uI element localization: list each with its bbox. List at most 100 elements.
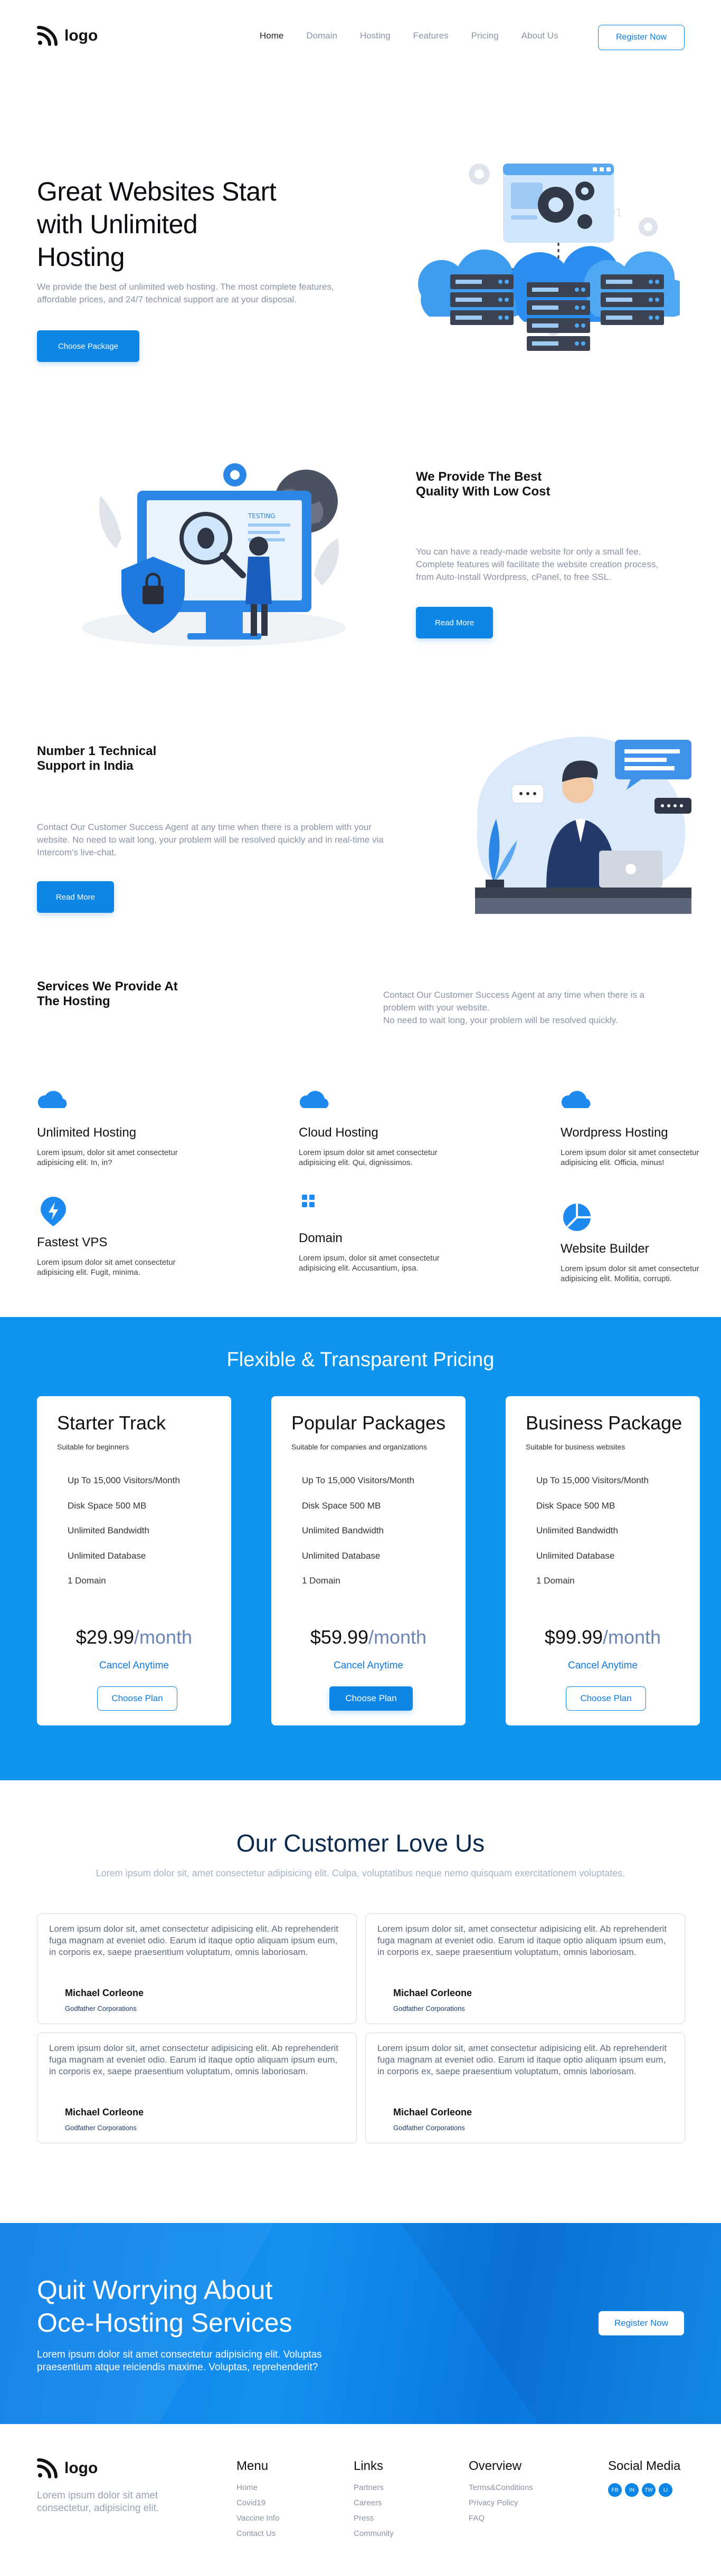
- footer-link[interactable]: Partners: [354, 2483, 394, 2498]
- testimonial-card: Lorem ipsum dolor sit, amet consectetur …: [37, 2033, 357, 2143]
- nav-about[interactable]: About Us: [521, 31, 558, 41]
- footer-links-column: Links Partners Careers Press Community: [354, 2459, 394, 2544]
- plan-cancel: Cancel Anytime: [333, 1660, 403, 1671]
- plan-feature: Unlimited Bandwidth: [302, 1525, 384, 1535]
- plan-features: Up To 15,000 Visitors/Month Disk Space 5…: [536, 1475, 649, 1601]
- linkedin-icon[interactable]: LI: [659, 2483, 672, 2497]
- testimonial-card: Lorem ipsum dolor sit, amet consectetur …: [365, 2033, 685, 2143]
- plan-cancel: Cancel Anytime: [99, 1660, 169, 1671]
- cloud-icon: [37, 1091, 67, 1108]
- register-button[interactable]: Register Now: [598, 25, 685, 50]
- quality-title: We Provide The Best Quality With Low Cos…: [416, 470, 690, 499]
- testimonial-role: Godfather Corporations: [65, 2005, 137, 2012]
- plan-sub: Suitable for companies and organizations: [291, 1443, 427, 1451]
- choose-plan-button[interactable]: Choose Plan: [97, 1686, 177, 1711]
- plan-price-period: /month: [603, 1626, 661, 1648]
- support-title-line: Number 1 Technical: [37, 744, 157, 758]
- plan-feature: Disk Space 500 MB: [68, 1500, 147, 1511]
- service-item[interactable]: Wordpress Hosting Lorem ipsum dolor sit …: [561, 1085, 719, 1168]
- footer-link[interactable]: Contact Us: [236, 2529, 279, 2544]
- footer-column-title: Menu: [236, 2459, 269, 2473]
- choose-plan-button[interactable]: Choose Plan: [566, 1686, 646, 1711]
- nav-domain[interactable]: Domain: [306, 31, 337, 41]
- footer-column-title: Links: [354, 2459, 384, 2473]
- support-title-line: Support in India: [37, 759, 134, 773]
- footer-link[interactable]: Home: [236, 2483, 279, 2498]
- cta-title: Quit Worrying About Oce-Hosting Services: [37, 2274, 292, 2339]
- pricing-card: Starter Track Suitable for beginners Up …: [37, 1396, 231, 1725]
- testimonial-text: Lorem ipsum dolor sit, amet consectetur …: [377, 1924, 667, 1957]
- plan-features: Up To 15,000 Visitors/Month Disk Space 5…: [68, 1475, 180, 1601]
- cta-title-line: Oce-Hosting Services: [37, 2308, 292, 2338]
- pricing-section: Flexible & Transparent Pricing Starter T…: [0, 1317, 721, 1780]
- testimonial-name: Michael Corleone: [393, 2107, 472, 2117]
- service-item[interactable]: Fastest VPS Lorem ipsum dolor sit amet c…: [37, 1195, 195, 1277]
- choose-plan-button[interactable]: Choose Plan: [329, 1686, 413, 1711]
- hero-title: Great Websites Start with Unlimited Host…: [37, 175, 364, 273]
- services-desc-line: Contact Our Customer Success Agent at an…: [383, 990, 645, 1013]
- footer-link[interactable]: Vaccine Info: [236, 2514, 279, 2529]
- choose-package-button[interactable]: Choose Package: [37, 330, 139, 362]
- plan-name: Business Package: [526, 1412, 682, 1434]
- svg-text:TESTING: TESTING: [248, 512, 276, 520]
- twitter-icon[interactable]: TW: [642, 2483, 656, 2497]
- footer-link[interactable]: Terms&Conditions: [469, 2483, 533, 2498]
- footer-menu-column: Menu Home Covid19 Vaccine Info Contact U…: [236, 2459, 279, 2544]
- hero-section: Great Websites Start with Unlimited Host…: [0, 74, 721, 412]
- footer-link[interactable]: Privacy Policy: [469, 2498, 533, 2514]
- cloud-icon: [561, 1091, 591, 1108]
- service-desc: Lorem ipsum dolor sit amet consectetur a…: [561, 1148, 699, 1167]
- top-nav: logo Home Domain Hosting Features Pricin…: [0, 0, 721, 74]
- service-item[interactable]: Website Builder Lorem ipsum dolor sit am…: [561, 1201, 719, 1284]
- footer-link[interactable]: Community: [354, 2529, 394, 2544]
- hero-title-line: Hosting: [37, 242, 125, 272]
- plan-feature: Up To 15,000 Visitors/Month: [68, 1475, 180, 1485]
- testimonial-name: Michael Corleone: [393, 1988, 472, 1998]
- services-title-line: The Hosting: [37, 994, 110, 1008]
- nav-features[interactable]: Features: [413, 31, 449, 41]
- grid-icon: [302, 1195, 315, 1207]
- service-title: Domain: [299, 1231, 343, 1245]
- pricing-title: Flexible & Transparent Pricing: [226, 1349, 495, 1371]
- facebook-icon[interactable]: FB: [608, 2483, 622, 2497]
- nav-hosting[interactable]: Hosting: [360, 31, 391, 41]
- testimonials-sub: Lorem ipsum dolor sit, amet consectetur …: [96, 1868, 625, 1878]
- footer-link[interactable]: FAQ: [469, 2514, 533, 2529]
- service-desc: Lorem ipsum, dolor sit amet consectetur …: [299, 1254, 440, 1273]
- cta-register-button[interactable]: Register Now: [598, 2311, 685, 2336]
- service-item[interactable]: Domain Lorem ipsum, dolor sit amet conse…: [299, 1190, 457, 1273]
- testimonial-card: Lorem ipsum dolor sit, amet consectetur …: [37, 1913, 357, 2024]
- footer-link[interactable]: Careers: [354, 2498, 394, 2514]
- footer-link[interactable]: Press: [354, 2514, 394, 2529]
- plan-cancel: Cancel Anytime: [567, 1660, 638, 1671]
- service-title: Wordpress Hosting: [561, 1125, 668, 1140]
- quality-read-more-button[interactable]: Read More: [416, 607, 493, 638]
- logo[interactable]: logo: [37, 25, 98, 46]
- nav-pricing[interactable]: Pricing: [471, 31, 499, 41]
- hero-desc: We provide the best of unlimited web hos…: [37, 282, 334, 304]
- service-item[interactable]: Unlimited Hosting Lorem ipsum, dolor sit…: [37, 1085, 195, 1168]
- pricing-card: Popular Packages Suitable for companies …: [271, 1396, 466, 1725]
- cta-section: Quit Worrying About Oce-Hosting Services…: [0, 2223, 721, 2424]
- plan-name: Starter Track: [57, 1412, 166, 1434]
- service-title: Fastest VPS: [37, 1235, 108, 1249]
- service-title: Unlimited Hosting: [37, 1125, 137, 1140]
- footer-desc: Lorem ipsum dolor sit amet consectetur, …: [37, 2490, 159, 2514]
- footer-link[interactable]: Covid19: [236, 2498, 279, 2514]
- support-agent-illustration: [475, 737, 691, 914]
- quality-section: TESTING We Provide The Best Quality With…: [0, 412, 721, 686]
- instagram-icon[interactable]: IN: [625, 2483, 639, 2497]
- quality-title-line: We Provide The Best: [416, 470, 542, 484]
- service-item[interactable]: Cloud Hosting Lorem ipsum dolor sit amet…: [299, 1085, 457, 1168]
- nav-home[interactable]: Home: [260, 31, 283, 41]
- services-title: Services We Provide At The Hosting: [37, 979, 354, 1009]
- support-read-more-button[interactable]: Read More: [37, 881, 114, 913]
- service-title: Cloud Hosting: [299, 1125, 378, 1140]
- cta-desc: Lorem ipsum dolor sit amet consectetur a…: [37, 2349, 322, 2373]
- quality-desc: You can have a ready-made website for on…: [416, 547, 659, 582]
- plan-price-period: /month: [134, 1626, 193, 1648]
- wifi-logo-icon: [37, 2458, 58, 2478]
- plan-feature: 1 Domain: [536, 1576, 575, 1586]
- footer-logo[interactable]: logo: [37, 2458, 98, 2479]
- plan-feature: Up To 15,000 Visitors/Month: [302, 1475, 414, 1485]
